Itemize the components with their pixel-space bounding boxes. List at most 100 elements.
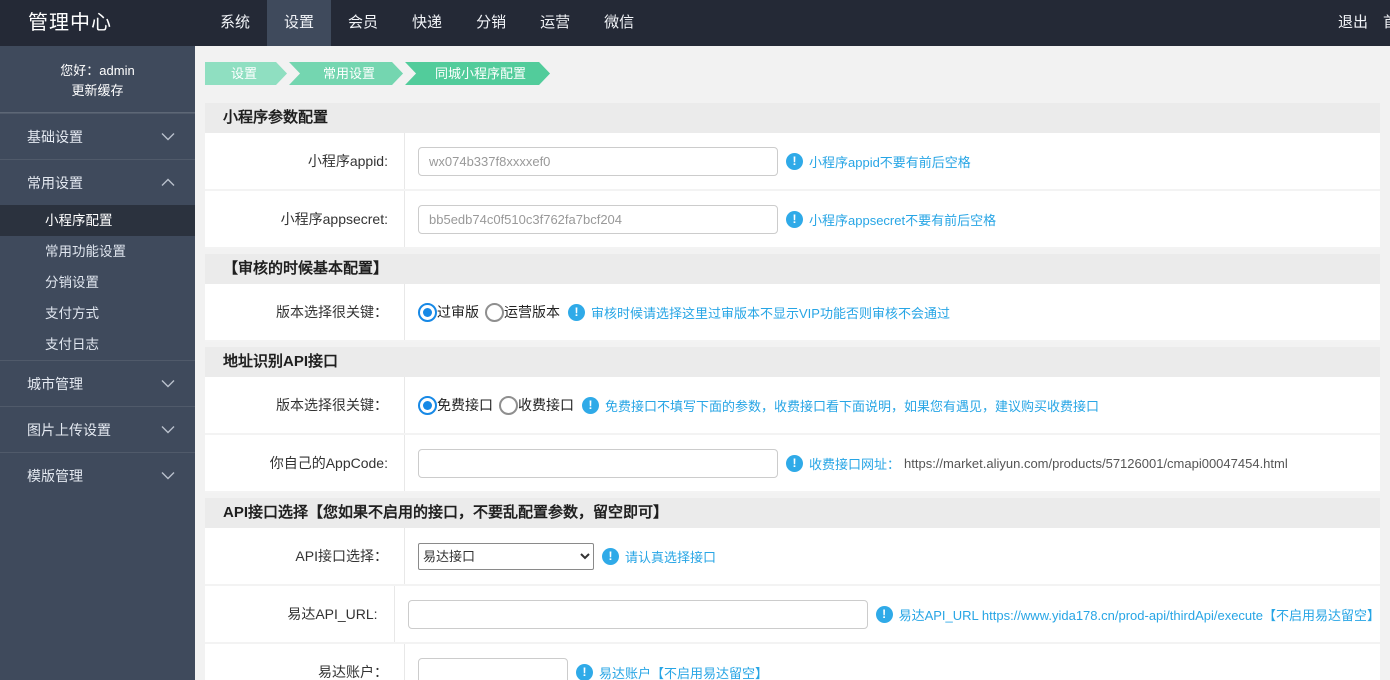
hint-api-select: ! 请认真选择接口 (602, 547, 716, 566)
logout-link[interactable]: 退出 (1338, 0, 1368, 46)
section-header-miniprogram-params: 小程序参数配置 (205, 103, 1380, 133)
user-block: 您好：admin 更新缓存 (0, 46, 195, 113)
section-header-api-selection: API接口选择【您如果不启用的接口，不要乱配置参数，留空即可】 (205, 498, 1380, 528)
home-link-partial[interactable]: 首页 (1383, 0, 1390, 46)
field-label-appcode: 你自己的AppCode: (205, 435, 405, 491)
nav-tab-wechat[interactable]: 微信 (587, 0, 651, 46)
form-row-api-select: API接口选择： 易达接口 ! 请认真选择接口 (205, 528, 1380, 586)
radio-label[interactable]: 免费接口 (437, 395, 493, 415)
hint-yida-account: ! 易达账户【不启用易达留空】 (576, 663, 768, 680)
sidebar-item-label: 模版管理 (27, 467, 83, 484)
hint-appsecret: ! 小程序appsecret不要有前后空格 (786, 210, 996, 229)
exclamation-icon: ! (576, 663, 593, 680)
breadcrumb-settings[interactable]: 设置 (205, 62, 287, 85)
app-title: 管理中心 (28, 12, 112, 34)
hint-text: 小程序appsecret不要有前后空格 (809, 212, 997, 228)
nav-tab-operation[interactable]: 运营 (523, 0, 587, 46)
chevron-down-icon (161, 471, 175, 480)
field-label-appid: 小程序appid: (205, 133, 405, 189)
hint-yida-url: ! 易达API_URL https://www.yida178.cn/prod-… (875, 605, 1380, 624)
form-row-api-type: 版本选择很关键： 免费接口 收费接口 ! 免费接口不填写下面的参数，收费接口看下… (205, 377, 1380, 435)
chevron-up-icon (161, 178, 175, 187)
form-row-yida-account: 易达账户： ! 易达账户【不启用易达留空】 (205, 644, 1380, 680)
radio-pass-review-version[interactable] (418, 302, 437, 322)
exclamation-icon: ! (602, 547, 619, 565)
exclamation-icon: ! (568, 303, 585, 321)
hint-review-version: ! 审核时候请选择这里过审版本不显示VIP功能否则审核不会通过 (568, 303, 950, 322)
radio-paid-api[interactable] (499, 395, 518, 415)
hint-text: 免费接口不填写下面的参数，收费接口看下面说明，如果您有遇见，建议购买收费接口 (605, 398, 1100, 414)
sidebar-item-common-settings[interactable]: 常用设置 (0, 159, 195, 205)
appcode-input[interactable] (418, 448, 778, 478)
sidebar-item-label: 基础设置 (27, 128, 83, 145)
sidebar-item-image-upload-settings[interactable]: 图片上传设置 (0, 406, 195, 452)
hint-text-prefix: 收费接口网址： (809, 456, 901, 472)
hint-text: 请认真选择接口 (625, 549, 717, 565)
nav-tab-distribution[interactable]: 分销 (459, 0, 523, 46)
sidebar-item-label: 城市管理 (27, 375, 83, 392)
sidebar-item-label: 常用设置 (27, 174, 83, 191)
form-row-review-version: 版本选择很关键： 过审版 运营版本 ! 审核时候请选择这里过审版本不显示VIP功… (205, 284, 1380, 342)
form-row-yida-url: 易达API_URL: ! 易达API_URL https://www.yida1… (205, 586, 1380, 644)
hint-url: https://market.aliyun.com/products/57126… (904, 455, 1288, 471)
hint-text: 审核时候请选择这里过审版本不显示VIP功能否则审核不会通过 (591, 305, 950, 321)
sidebar: 您好：admin 更新缓存 基础设置 常用设置 小程序配置 常用功能设置 分销设… (0, 46, 195, 680)
appsecret-input[interactable] (418, 204, 778, 234)
sidebar-item-template-management[interactable]: 模版管理 (0, 452, 195, 498)
exclamation-icon: ! (786, 210, 803, 228)
nav-tab-express[interactable]: 快递 (395, 0, 459, 46)
yida-account-input[interactable] (418, 657, 568, 680)
breadcrumb-citywide-miniprogram-config[interactable]: 同城小程序配置 (405, 62, 550, 85)
hint-text: 易达账户【不启用易达留空】 (599, 665, 769, 680)
radio-label[interactable]: 收费接口 (518, 395, 574, 415)
exclamation-icon: ! (582, 396, 599, 414)
radio-operation-version[interactable] (485, 302, 504, 322)
api-interface-select[interactable]: 易达接口 (418, 542, 594, 570)
exclamation-icon: ! (786, 454, 803, 472)
section-header-address-api: 地址识别API接口 (205, 347, 1380, 377)
field-label-appsecret: 小程序appsecret: (205, 191, 405, 247)
radio-label[interactable]: 过审版 (437, 302, 479, 322)
form-row-appcode: 你自己的AppCode: ! 收费接口网址： https://market.al… (205, 435, 1380, 493)
radio-label[interactable]: 运营版本 (504, 302, 560, 322)
sidebar-item-distribution-settings[interactable]: 分销设置 (0, 267, 195, 298)
form-row-appsecret: 小程序appsecret: ! 小程序appsecret不要有前后空格 (205, 191, 1380, 249)
exclamation-icon: ! (875, 605, 893, 623)
sidebar-item-common-function-settings[interactable]: 常用功能设置 (0, 236, 195, 267)
update-cache-link[interactable]: 更新缓存 (0, 81, 195, 101)
nav-tab-settings[interactable]: 设置 (267, 0, 332, 46)
field-label-yida-url: 易达API_URL: (205, 586, 395, 642)
field-label-api-type: 版本选择很关键： (205, 377, 405, 433)
nav-tab-members[interactable]: 会员 (331, 0, 395, 46)
hint-text: 小程序appid不要有前后空格 (809, 154, 971, 170)
nav-tab-system[interactable]: 系统 (203, 0, 267, 46)
sidebar-item-city-management[interactable]: 城市管理 (0, 360, 195, 406)
hint-api-type: ! 免费接口不填写下面的参数，收费接口看下面说明，如果您有遇见，建议购买收费接口 (582, 396, 1099, 415)
sidebar-item-payment-logs[interactable]: 支付日志 (0, 329, 195, 360)
radio-free-api[interactable] (418, 395, 437, 415)
hint-appid: ! 小程序appid不要有前后空格 (786, 152, 971, 171)
breadcrumb: 设置 常用设置 同城小程序配置 (205, 62, 552, 85)
field-area: ! 收费接口网址： https://market.aliyun.com/prod… (405, 435, 1380, 491)
sidebar-item-miniprogram-config[interactable]: 小程序配置 (0, 205, 195, 236)
field-area: ! 小程序appsecret不要有前后空格 (405, 191, 1380, 247)
top-navbar: 管理中心 系统 设置 会员 快递 分销 运营 微信 退出 首页 (0, 0, 1390, 46)
user-greeting: 您好：admin (60, 63, 135, 78)
field-area: ! 小程序appid不要有前后空格 (405, 133, 1380, 189)
field-area: 过审版 运营版本 ! 审核时候请选择这里过审版本不显示VIP功能否则审核不会通过 (405, 284, 1380, 340)
sidebar-item-label: 图片上传设置 (27, 421, 111, 438)
sidebar-item-basic-settings[interactable]: 基础设置 (0, 113, 195, 159)
hint-text: 易达API_URL https://www.yida178.cn/prod-ap… (898, 607, 1380, 623)
yida-url-input[interactable] (407, 599, 868, 629)
exclamation-icon: ! (786, 152, 803, 170)
appid-input[interactable] (418, 146, 778, 176)
field-label-api-select: API接口选择： (205, 528, 405, 584)
chevron-down-icon (161, 132, 175, 141)
chevron-down-icon (161, 379, 175, 388)
sidebar-item-payment-methods[interactable]: 支付方式 (0, 298, 195, 329)
field-area: 免费接口 收费接口 ! 免费接口不填写下面的参数，收费接口看下面说明，如果您有遇… (405, 377, 1380, 433)
form-row-appid: 小程序appid: ! 小程序appid不要有前后空格 (205, 133, 1380, 191)
main-content: 小程序参数配置 小程序appid: ! 小程序appid不要有前后空格 小程序a… (205, 100, 1380, 680)
breadcrumb-common-settings[interactable]: 常用设置 (289, 62, 403, 85)
field-area: ! 易达账户【不启用易达留空】 (405, 644, 1380, 680)
